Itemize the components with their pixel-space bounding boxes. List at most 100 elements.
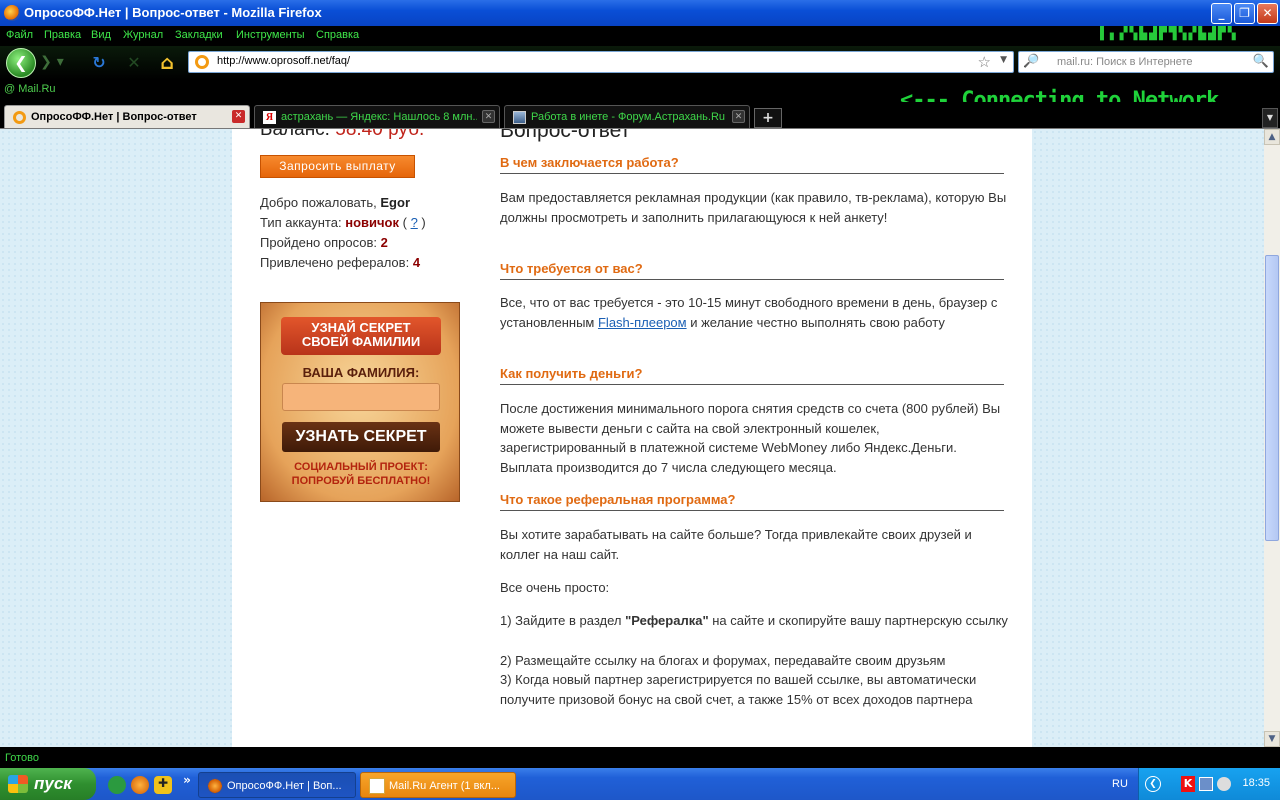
faq-step-1: 1) Зайдите в раздел "Рефералка" на сайте… <box>500 611 1008 631</box>
tab-close-icon[interactable]: ✕ <box>732 110 745 123</box>
firefox-icon <box>207 778 223 794</box>
page-title: Вопрос-ответ <box>500 129 631 142</box>
windows-logo-icon <box>8 775 28 793</box>
balance-value: 58.40 руб. <box>335 129 425 140</box>
clock: 18:35 <box>1242 777 1270 789</box>
faq-step-2: 2) Размещайте ссылку на блогах и форумах… <box>500 653 946 668</box>
scroll-down-icon[interactable]: ▼ <box>1264 731 1280 747</box>
taskbar-mailagent-button[interactable]: Mail.Ru Агент (1 вкл... <box>360 772 516 798</box>
faq-answer: Вы хотите зарабатывать на сайте больше? … <box>500 527 972 562</box>
menu-tools[interactable]: Инструменты <box>236 29 305 41</box>
bookmark-star-icon[interactable]: ☆ <box>978 53 991 71</box>
faq-step-text: 1) Зайдите в раздел <box>500 613 626 628</box>
referrals-label: Привлечено рефералов: <box>260 255 410 270</box>
username: Egor <box>380 195 411 210</box>
stop-icon[interactable]: ✕ <box>124 53 144 73</box>
page-body: Баланс: 58.40 руб. Вопрос-ответ Запросит… <box>232 129 1032 747</box>
menu-edit[interactable]: Правка <box>44 29 81 41</box>
faq-question: Что требуется от вас? <box>500 261 1004 280</box>
maximize-button[interactable]: ❐ <box>1234 3 1255 24</box>
close-window-button[interactable]: ✕ <box>1257 3 1278 24</box>
window-title: ОпросоФФ.Нет | Вопрос-ответ - Mozilla Fi… <box>24 5 322 20</box>
tab-list-button[interactable]: ▼ <box>1262 108 1278 128</box>
url-text[interactable]: http://www.oprosoff.net/faq/ <box>217 55 350 67</box>
home-icon[interactable]: ⌂ <box>157 53 177 73</box>
ad-footer: СОЦИАЛЬНЫЙ ПРОЕКТ: ПОПРОБУЙ БЕСПЛАТНО! <box>291 461 431 487</box>
menu-bookmarks[interactable]: Закладки <box>175 29 223 41</box>
ad-surname-input[interactable] <box>282 383 440 411</box>
search-go-icon[interactable]: 🔍 <box>1253 54 1269 69</box>
account-type-line: Тип аккаунта: новичок ( ? ) <box>260 215 426 230</box>
system-tray: ❮ K 18:35 <box>1138 768 1280 800</box>
status-bar: Готово <box>0 747 1280 768</box>
quicklaunch-firefox-icon[interactable] <box>131 776 149 794</box>
quicklaunch-more-icon[interactable]: » <box>178 773 196 791</box>
search-engine-icon[interactable]: 🔎 <box>1023 54 1039 69</box>
faq-step-text: на сайте и скопируйте вашу партнерскую с… <box>708 613 1008 628</box>
new-tab-button[interactable]: + <box>754 108 782 128</box>
back-button[interactable]: ❮ <box>6 48 36 78</box>
menu-history[interactable]: Журнал <box>123 29 163 41</box>
tray-expand-icon[interactable]: ❮ <box>1145 776 1161 792</box>
bookmark-mailru[interactable]: @ Mail.Ru <box>4 83 56 95</box>
tab-close-icon[interactable]: ✕ <box>482 110 495 123</box>
surveys-count: 2 <box>380 235 388 250</box>
faq-step-3: 3) Когда новый партнер зарегистрируется … <box>500 672 977 707</box>
referrals-count: 4 <box>412 255 421 270</box>
ad-cta-button[interactable]: УЗНАТЬ СЕКРЕТ <box>282 422 440 452</box>
reload-icon[interactable]: ↻ <box>89 53 109 73</box>
tab-close-icon[interactable]: ✕ <box>232 110 245 123</box>
menu-bar: Файл Правка Вид Журнал Закладки Инструме… <box>0 26 1280 46</box>
request-payout-button[interactable]: Запросить выплату <box>260 155 415 178</box>
site-favicon-icon <box>195 55 209 69</box>
menu-view[interactable]: Вид <box>91 29 111 41</box>
tab-oprosoff[interactable]: ОпросоФФ.Нет | Вопрос-ответ ✕ <box>4 105 250 128</box>
faq-answer: Все, что от вас требуется - это 10-15 ми… <box>500 293 1008 332</box>
scroll-thumb[interactable] <box>1265 255 1279 541</box>
menu-file[interactable]: Файл <box>6 29 33 41</box>
scroll-up-icon[interactable]: ▲ <box>1264 129 1280 145</box>
ad-banner[interactable]: УЗНАЙ СЕКРЕТ СВОЕЙ ФАМИЛИИ ВАША ФАМИЛИЯ:… <box>260 302 460 502</box>
url-bar[interactable]: http://www.oprosoff.net/faq/ ☆ ▼ <box>188 51 1014 73</box>
welcome-line: Добро пожаловать, Egor <box>260 195 410 210</box>
tab-forum[interactable]: Работа в инете - Форум.Астрахань.Ru ✕ <box>504 105 750 128</box>
faq-answer: После достижения минимального порога сня… <box>500 401 1001 475</box>
menu-help[interactable]: Справка <box>316 29 359 41</box>
faq-question: Как получить деньги? <box>500 366 1004 385</box>
window-titlebar[interactable]: ОпросоФФ.Нет | Вопрос-ответ - Mozilla Fi… <box>0 0 1280 26</box>
faq-step-bold: "Рефералка" <box>625 613 709 628</box>
flash-player-link[interactable]: Flash-плеером <box>598 315 687 330</box>
quicklaunch-plus-icon[interactable]: ✚ <box>154 776 172 794</box>
account-help-link[interactable]: ? <box>411 215 418 230</box>
network-icon[interactable] <box>1199 777 1213 791</box>
yandex-favicon-icon: Я <box>263 111 276 124</box>
firefox-icon <box>4 5 20 21</box>
account-type-value: новичок <box>345 215 399 230</box>
start-button[interactable]: пуск <box>0 768 96 800</box>
tab-title: ОпросоФФ.Нет | Вопрос-ответ <box>31 111 197 123</box>
ad-headline: УЗНАЙ СЕКРЕТ СВОЕЙ ФАМИЛИИ <box>301 320 421 349</box>
referrals-line: Привлечено рефералов: 4 <box>260 255 420 270</box>
account-type-label: Тип аккаунта: <box>260 215 342 230</box>
taskbar-button-label: Mail.Ru Агент (1 вкл... <box>389 780 500 792</box>
kaspersky-icon[interactable]: K <box>1181 776 1195 792</box>
faq-simple: Все очень просто: <box>500 580 610 595</box>
forward-button[interactable]: ❯ ▾ <box>38 52 66 74</box>
bookmark-mailru-label: Mail.Ru <box>18 83 56 95</box>
vertical-scrollbar[interactable]: ▲ ▼ <box>1264 129 1280 747</box>
taskbar-firefox-button[interactable]: ОпросоФФ.Нет | Воп... <box>198 772 356 798</box>
search-placeholder[interactable]: mail.ru: Поиск в Интернете <box>1057 56 1193 68</box>
faq-question: Что такое реферальная программа? <box>500 492 1004 511</box>
search-bar[interactable]: 🔎 mail.ru: Поиск в Интернете 🔍 <box>1018 51 1274 73</box>
volume-icon[interactable] <box>1217 777 1231 791</box>
url-dropdown-icon[interactable]: ▼ <box>1000 55 1007 65</box>
status-text: Готово <box>5 752 39 764</box>
tab-yandex[interactable]: Я астрахань — Яндекс: Нашлось 8 млн... ✕ <box>254 105 500 128</box>
language-indicator[interactable]: RU <box>1112 778 1128 790</box>
surveys-line: Пройдено опросов: 2 <box>260 235 388 250</box>
quicklaunch-utorrent-icon[interactable] <box>108 776 126 794</box>
ad-field-label: ВАША ФАМИЛИЯ: <box>302 365 420 380</box>
minimize-button[interactable]: _ <box>1211 3 1232 24</box>
welcome-label: Добро пожаловать, <box>260 195 377 210</box>
page-viewport: Баланс: 58.40 руб. Вопрос-ответ Запросит… <box>0 129 1264 747</box>
